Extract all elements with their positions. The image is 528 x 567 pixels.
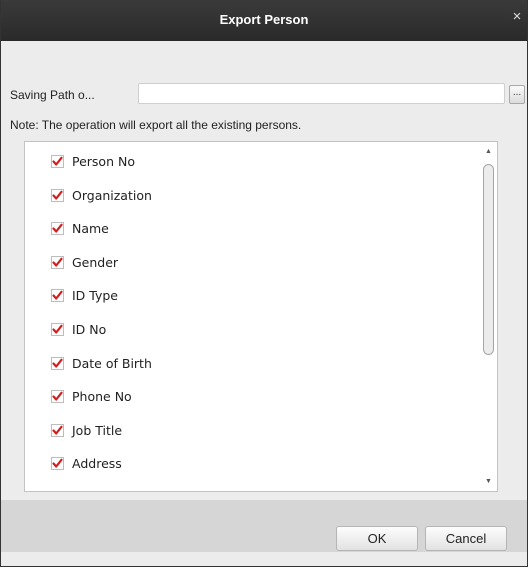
checkbox-checked-icon[interactable] [51, 390, 64, 403]
checkbox-checked-icon[interactable] [51, 357, 64, 370]
field-checkbox-label: Date of Birth [72, 356, 152, 371]
field-checkbox-label: Organization [72, 188, 152, 203]
field-checkbox-label: Phone No [72, 389, 132, 404]
dialog-title: Export Person [219, 12, 309, 27]
saving-path-label: Saving Path o... [10, 88, 95, 102]
field-checkbox-label: Name [72, 221, 109, 236]
checkbox-checked-icon[interactable] [51, 222, 64, 235]
checkbox-checked-icon[interactable] [51, 457, 64, 470]
field-checkbox-label: ID Type [72, 288, 118, 303]
checkbox-checked-icon[interactable] [51, 491, 64, 492]
dialog-titlebar: Export Person × [1, 0, 527, 41]
scrollbar-thumb[interactable] [483, 164, 494, 355]
saving-path-input[interactable] [138, 83, 505, 104]
cancel-button[interactable]: Cancel [425, 526, 507, 551]
ok-button[interactable]: OK [336, 526, 418, 551]
scroll-down-arrow-icon[interactable]: ▼ [484, 477, 493, 486]
list-scrollbar[interactable]: ▲ ▼ [481, 143, 496, 490]
checkbox-checked-icon[interactable] [51, 256, 64, 269]
field-checkbox-label: ID No [72, 322, 107, 337]
field-checkbox-label: Address [72, 456, 122, 471]
field-checkbox-label: Person No [72, 154, 135, 169]
scroll-up-arrow-icon[interactable]: ▲ [484, 147, 493, 156]
field-list: Person No Organization Name Gender ID Type ID… [24, 141, 498, 492]
export-note: Note: The operation will export all the … [10, 118, 302, 132]
checkbox-checked-icon[interactable] [51, 289, 64, 302]
checkbox-checked-icon[interactable] [51, 323, 64, 336]
close-icon[interactable]: × [510, 9, 524, 25]
field-checkbox-label: Job Title [72, 423, 123, 438]
checkbox-checked-icon[interactable] [51, 189, 64, 202]
browse-button[interactable]: ... [509, 85, 525, 104]
field-checkbox-label: Email [72, 490, 107, 491]
export-person-dialog: Export Person × Saving Path o... ... Not… [0, 0, 528, 567]
checkbox-checked-icon[interactable] [51, 424, 64, 437]
checkbox-checked-icon[interactable] [51, 155, 64, 168]
field-checkbox-label: Gender [72, 255, 119, 270]
